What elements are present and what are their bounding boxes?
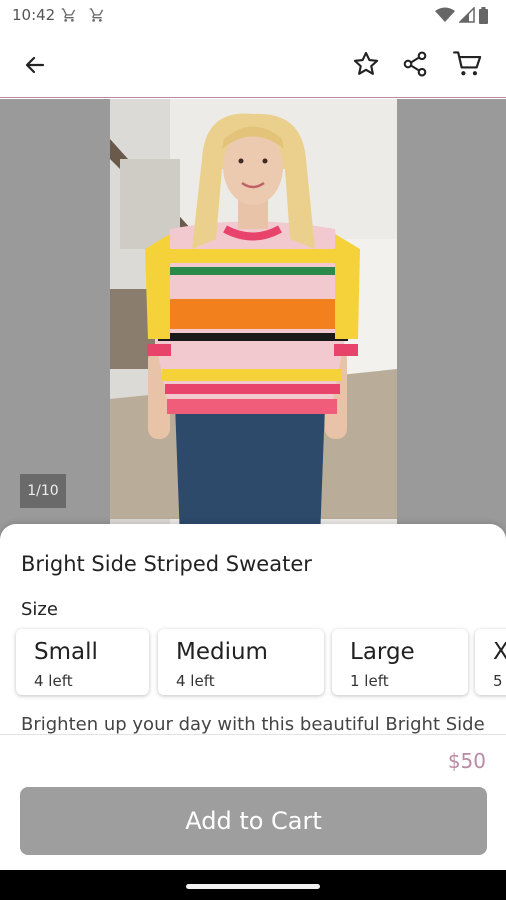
size-stock: 1 left	[350, 672, 389, 690]
size-stock: 4 left	[176, 672, 215, 690]
product-photo-illustration	[110, 99, 397, 539]
cart-button[interactable]	[448, 44, 488, 84]
wifi-icon	[435, 7, 455, 22]
product-price: $50	[447, 749, 486, 773]
size-name: Medium	[176, 639, 268, 665]
divider	[0, 734, 506, 735]
cart-icon	[61, 8, 76, 22]
arrow-left-icon	[25, 56, 45, 74]
size-stock: 4 left	[34, 672, 73, 690]
status-time: 10:42	[12, 6, 56, 24]
status-indicators	[435, 6, 488, 24]
home-gesture-handle[interactable]	[186, 884, 320, 889]
product-photo	[110, 99, 397, 539]
size-label: Size	[21, 599, 58, 620]
back-button[interactable]	[15, 45, 55, 85]
app-bar	[0, 32, 506, 98]
signal-icon	[459, 7, 475, 23]
share-icon	[403, 51, 427, 77]
size-options: Small 4 left Medium 4 left Large 1 left …	[16, 629, 506, 697]
size-option-xl[interactable]: X 5	[475, 629, 506, 695]
product-description: Brighten up your day with this beautiful…	[21, 714, 485, 734]
system-nav-bar	[0, 870, 506, 900]
size-option-large[interactable]: Large 1 left	[332, 629, 468, 695]
star-icon	[353, 51, 379, 75]
status-bar: 10:42	[0, 0, 506, 32]
battery-icon	[479, 6, 488, 24]
add-to-cart-button[interactable]: Add to Cart	[20, 787, 487, 855]
page-indicator: 1/10	[20, 474, 66, 508]
product-details-sheet: Bright Side Striped Sweater Size Small 4…	[0, 524, 506, 900]
size-name: Small	[34, 639, 98, 665]
share-button[interactable]	[395, 44, 435, 84]
size-name: Large	[350, 639, 415, 665]
product-image-gallery[interactable]: 1/10	[0, 99, 506, 539]
size-option-medium[interactable]: Medium 4 left	[158, 629, 324, 695]
size-option-small[interactable]: Small 4 left	[16, 629, 149, 695]
size-name: X	[493, 639, 506, 665]
cart-icon	[453, 51, 482, 76]
size-stock: 5	[493, 672, 503, 690]
cart-icon	[89, 8, 104, 22]
product-title: Bright Side Striped Sweater	[21, 552, 312, 576]
favorite-button[interactable]	[346, 44, 386, 84]
